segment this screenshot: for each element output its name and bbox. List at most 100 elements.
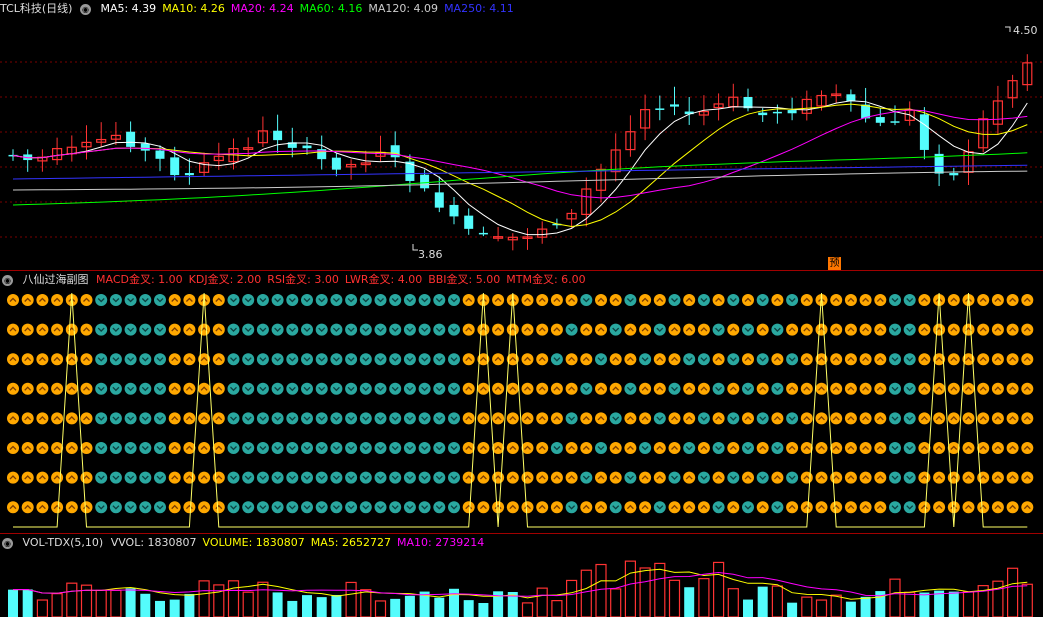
teal-cross-icon [154,412,166,425]
gold-cross-icon [595,382,607,395]
volume-bar [110,589,122,617]
gold-cross-icon [492,412,505,425]
main-chart-panel[interactable]: TCL科技(日线) ◉ MA5: 4.39 MA10: 4.26 MA20: 4.2… [0,0,1043,270]
volume-title[interactable]: VOL-TDX(5,10) [23,536,104,549]
teal-cross-icon [139,382,152,395]
gold-cross-icon [697,501,710,514]
gold-cross-icon [1021,294,1034,306]
candlestick-chart[interactable] [0,0,1043,270]
gold-cross-icon [212,412,225,425]
teal-cross-icon [256,442,269,454]
teal-cross-icon [256,501,269,514]
gold-cross-icon [727,382,740,395]
volume-bar [962,591,975,617]
teal-cross-icon [903,323,916,336]
volume-bar [787,602,798,617]
teal-cross-icon [433,294,446,306]
gold-cross-icon [830,353,843,366]
volume-bar [684,587,695,617]
gold-cross-icon [1021,501,1034,514]
gold-cross-icon [7,323,19,336]
teal-cross-icon [418,294,431,306]
stock-title[interactable]: TCL科技(日线) [0,2,72,15]
gold-cross-icon [830,382,843,395]
volume-ma10-line [12,571,1028,597]
volume-bar [624,560,637,617]
gold-cross-icon [183,501,196,514]
gold-cross-icon [609,353,622,366]
settings-toggle-icon[interactable]: ◉ [79,3,91,15]
indicator-header: ◉ 八仙过海副图 MACD金叉: 1.00 KDJ金叉: 2.00 RSI金叉: 3… [0,271,598,289]
gold-cross-icon [51,471,64,484]
gold-cross-icon [977,471,990,484]
teal-cross-icon [256,382,269,395]
gold-cross-icon [653,353,666,366]
gold-cross-icon [565,442,578,454]
teal-cross-icon [374,323,387,336]
gold-cross-icon [771,353,784,366]
volume-bar [434,597,445,617]
volume-panel[interactable]: ◉ VOL-TDX(5,10) VVOL: 1830807 VOLUME: 183… [0,534,1043,617]
teal-cross-icon [227,323,240,336]
volume-bar [610,588,622,617]
teal-cross-icon [712,323,725,336]
gold-cross-icon [21,412,34,425]
candle-body [890,121,900,123]
teal-cross-icon [448,294,460,306]
candle-body [420,174,430,189]
teal-cross-icon [697,294,710,306]
volume-bar [551,600,563,617]
gold-cross-icon [462,294,475,306]
gold-cross-icon [918,294,931,306]
teal-cross-icon [330,382,343,395]
candle-body [302,145,312,149]
indicator-panel[interactable]: ◉ 八仙过海副图 MACD金叉: 1.00 KDJ金叉: 2.00 RSI金叉: 3… [0,271,1043,533]
gold-cross-icon [800,501,813,514]
volume-bar [919,592,930,617]
candle-body [126,131,136,147]
teal-cross-icon [315,353,328,366]
volume-bar [331,594,342,617]
teal-cross-icon [345,353,358,366]
gold-cross-icon [1021,442,1034,454]
indicator-title[interactable]: 八仙过海副图 [23,273,89,286]
gold-cross-icon [477,471,490,484]
candle-body [758,112,768,116]
gold-cross-icon [844,382,857,395]
teal-cross-icon [154,294,166,306]
indicator-toggle-icon[interactable]: ◉ [2,274,13,286]
volume-bar [360,589,372,617]
candle [566,209,577,228]
teal-cross-icon [742,382,754,395]
teal-cross-icon [124,294,137,306]
teal-cross-icon [712,442,725,454]
forecast-marker[interactable]: 预 [828,257,841,270]
gold-cross-icon [683,471,696,484]
teal-cross-icon [756,471,769,484]
teal-cross-icon [301,442,313,454]
gold-cross-icon [653,382,666,395]
gold-cross-icon [1021,353,1034,366]
gold-cross-icon [183,323,196,336]
gold-cross-icon [550,471,563,484]
gold-cross-icon [1006,501,1019,514]
candle [801,90,812,121]
gold-cross-icon [653,471,666,484]
teal-cross-icon [345,501,358,514]
teal-cross-icon [271,353,284,366]
volume-toggle-icon[interactable]: ◉ [2,537,13,549]
teal-cross-icon [345,471,358,484]
gold-cross-icon [815,471,828,484]
high-price-label: 4.50 [1013,24,1038,37]
teal-cross-icon [242,323,255,336]
teal-cross-icon [403,412,416,425]
gold-cross-icon [521,471,534,484]
volume-bar [316,597,327,617]
teal-cross-icon [903,412,916,425]
teal-cross-icon [448,323,460,336]
volume-bar [948,591,959,617]
gold-cross-icon [639,471,652,484]
gold-cross-icon [21,442,34,454]
gold-cross-icon [462,382,475,395]
volume-bar [213,584,225,617]
